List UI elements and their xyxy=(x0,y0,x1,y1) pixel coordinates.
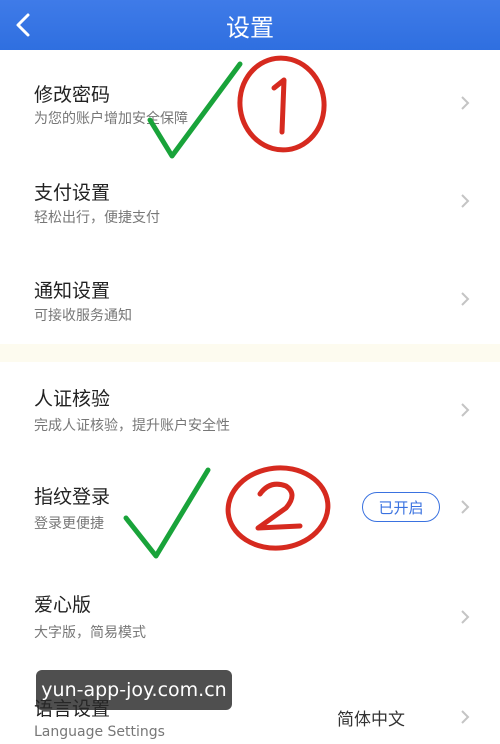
item-title: 爱心版 xyxy=(34,594,92,616)
item-subtitle: 大字版，简易模式 xyxy=(34,625,146,641)
chevron-right-icon xyxy=(461,500,470,514)
watermark: yun-app-joy.com.cn xyxy=(36,670,232,710)
setting-item-change-password[interactable]: 修改密码 为您的账户增加安全保障 xyxy=(0,50,500,148)
chevron-right-icon xyxy=(461,710,470,724)
chevron-right-icon xyxy=(461,96,470,110)
item-title: 人证核验 xyxy=(34,388,111,410)
item-subtitle: 完成人证核验，提升账户安全性 xyxy=(34,418,230,434)
setting-item-care-mode[interactable]: 爱心版 大字版，简易模式 xyxy=(0,562,500,660)
setting-item-notification[interactable]: 通知设置 可接收服务通知 xyxy=(0,246,500,344)
language-value: 简体中文 xyxy=(337,710,405,730)
setting-item-id-verification[interactable]: 人证核验 完成人证核验，提升账户安全性 xyxy=(0,362,500,462)
item-title: 指纹登录 xyxy=(34,486,111,508)
chevron-left-icon xyxy=(16,13,30,37)
item-subtitle: Language Settings xyxy=(34,724,165,740)
item-title: 通知设置 xyxy=(34,280,111,302)
section-divider xyxy=(0,344,500,362)
setting-item-fingerprint-login[interactable]: 指纹登录 登录更便捷 已开启 xyxy=(0,462,500,562)
item-subtitle: 登录更便捷 xyxy=(34,516,104,532)
item-subtitle: 轻松出行，便捷支付 xyxy=(34,210,160,226)
page-title: 设置 xyxy=(226,13,274,42)
item-title: 支付设置 xyxy=(34,182,111,204)
chevron-right-icon xyxy=(461,403,470,417)
item-subtitle: 可接收服务通知 xyxy=(34,308,132,324)
item-subtitle: 为您的账户增加安全保障 xyxy=(34,111,188,127)
chevron-right-icon xyxy=(461,610,470,624)
status-badge[interactable]: 已开启 xyxy=(362,492,440,522)
item-title: 修改密码 xyxy=(34,84,111,106)
chevron-right-icon xyxy=(461,292,470,306)
chevron-right-icon xyxy=(461,194,470,208)
back-button[interactable] xyxy=(14,0,54,50)
app-header: 设置 xyxy=(0,0,500,50)
setting-item-payment[interactable]: 支付设置 轻松出行，便捷支付 xyxy=(0,148,500,246)
